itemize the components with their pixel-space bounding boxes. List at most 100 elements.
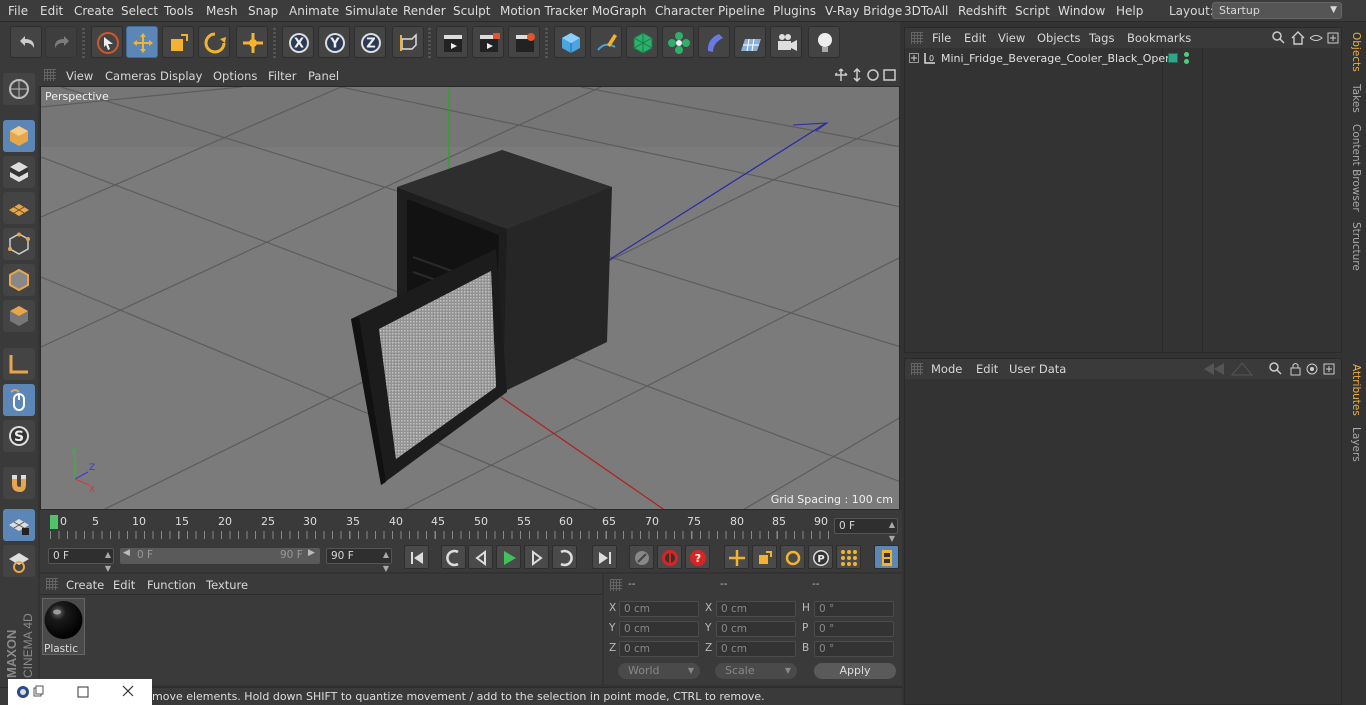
render-view-button[interactable] xyxy=(436,26,468,58)
menu-select[interactable]: Select xyxy=(121,4,158,18)
attribute-nav-icons[interactable] xyxy=(1202,362,1340,376)
model-mode-button[interactable] xyxy=(3,120,35,152)
size-x-field[interactable]: 0 cm xyxy=(716,601,796,617)
menu-animate[interactable]: Animate xyxy=(289,4,339,18)
undo-button[interactable] xyxy=(10,26,42,58)
viewport-menu-options[interactable]: Options xyxy=(213,69,257,83)
panel-grip-icon[interactable] xyxy=(911,363,923,375)
menu-simulate[interactable]: Simulate xyxy=(345,4,398,18)
menu-pipeline[interactable]: Pipeline xyxy=(718,4,765,18)
material-swatch[interactable]: Plastic xyxy=(42,598,85,655)
size-y-field[interactable]: 0 cm xyxy=(716,621,796,637)
menu-mograph[interactable]: MoGraph xyxy=(592,4,647,18)
menu-mesh[interactable]: Mesh xyxy=(206,4,238,18)
workplane-mode-button[interactable] xyxy=(3,192,35,224)
snap-toggle-button[interactable] xyxy=(3,467,35,499)
perspective-viewport[interactable]: Y Z X Perspective Grid Spacing : 100 cm xyxy=(40,86,900,510)
material-menu-edit[interactable]: Edit xyxy=(113,578,135,592)
menu-sculpt[interactable]: Sculpt xyxy=(453,4,490,18)
frame-range-slider[interactable]: ◀ 0 F 90 F ▶ xyxy=(120,548,320,564)
size-z-field[interactable]: 0 cm xyxy=(716,641,796,657)
object-name[interactable]: Mini_Fridge_Beverage_Cooler_Black_Open xyxy=(941,52,1172,65)
workplane-lock-button[interactable] xyxy=(3,509,35,541)
pos-z-field[interactable]: 0 cm xyxy=(619,641,699,657)
menu-tools[interactable]: Tools xyxy=(164,4,194,18)
pos-y-field[interactable]: 0 cm xyxy=(619,621,699,637)
menu-plugins[interactable]: Plugins xyxy=(773,4,816,18)
menu-render[interactable]: Render xyxy=(403,4,446,18)
object-menu-view[interactable]: View xyxy=(998,31,1025,45)
slider-left-arrow-icon[interactable]: ◀ xyxy=(123,548,130,558)
spinner-icon[interactable]: ▲ ▼ xyxy=(105,548,111,576)
key-scale-button[interactable] xyxy=(752,545,777,569)
make-editable-button[interactable] xyxy=(3,73,35,105)
tab-attributes[interactable]: Attributes xyxy=(1346,364,1362,416)
x-axis-lock-button[interactable]: X xyxy=(282,26,314,58)
apply-button[interactable]: Apply xyxy=(814,663,896,679)
transform-tool-button[interactable] xyxy=(236,26,268,58)
y-axis-lock-button[interactable]: Y xyxy=(318,26,350,58)
autokey-button[interactable] xyxy=(657,545,682,569)
spinner-icon[interactable]: ▲ ▼ xyxy=(383,548,389,576)
cloner-button[interactable] xyxy=(662,26,694,58)
menu-motion-tracker[interactable]: Motion Tracker xyxy=(500,4,588,18)
layout-dropdown[interactable]: Startup ▼ xyxy=(1212,2,1342,19)
menu-window[interactable]: Window xyxy=(1058,4,1105,18)
material-menu-function[interactable]: Function xyxy=(147,578,196,592)
deformer-button[interactable] xyxy=(698,26,730,58)
axis-mode-button[interactable] xyxy=(3,348,35,380)
object-manager-nav-icons[interactable] xyxy=(1272,31,1340,45)
editor-visibility-dot[interactable] xyxy=(1184,52,1189,57)
move-tool-button[interactable] xyxy=(126,26,158,58)
pos-x-field[interactable]: 0 cm xyxy=(619,601,699,617)
start-frame-field[interactable]: 0 F ▲ ▼ xyxy=(48,548,114,573)
floor-button[interactable] xyxy=(734,26,766,58)
menu-3dtoall[interactable]: 3DToAll xyxy=(904,4,948,18)
menu-file[interactable]: File xyxy=(8,4,28,18)
panel-grip-icon[interactable] xyxy=(46,578,58,590)
point-mode-button[interactable] xyxy=(3,228,35,260)
menu-snap[interactable]: Snap xyxy=(248,4,278,18)
close-icon[interactable] xyxy=(121,684,135,698)
viewport-menu-display[interactable]: Display xyxy=(160,69,202,83)
viewport-menu-cameras[interactable]: Cameras xyxy=(105,69,156,83)
size-mode-dropdown[interactable]: Scale ▼ xyxy=(715,663,797,679)
rot-h-field[interactable]: 0 ° xyxy=(814,601,894,617)
panel-grip-icon[interactable] xyxy=(911,32,923,44)
object-row[interactable]: 0 Mini_Fridge_Beverage_Cooler_Black_Open xyxy=(905,49,1341,67)
menu-redshift[interactable]: Redshift xyxy=(958,4,1007,18)
object-menu-objects[interactable]: Objects xyxy=(1037,31,1080,45)
edge-mode-button[interactable] xyxy=(3,264,35,296)
cinema4d-app-icon[interactable] xyxy=(16,685,44,699)
pen-spline-button[interactable] xyxy=(590,26,622,58)
viewport-menu-filter[interactable]: Filter xyxy=(268,69,296,83)
attribute-menu-user-data[interactable]: User Data xyxy=(1009,362,1066,376)
z-axis-lock-button[interactable]: Z xyxy=(354,26,386,58)
next-frame-button[interactable] xyxy=(524,545,549,569)
viewport-camera-label[interactable]: Perspective xyxy=(45,90,109,103)
viewport-menu-panel[interactable]: Panel xyxy=(308,69,339,83)
timeline-window-button[interactable] xyxy=(874,545,899,569)
tab-layers[interactable]: Layers xyxy=(1346,427,1362,462)
attribute-menu-mode[interactable]: Mode xyxy=(931,362,962,376)
go-to-end-button[interactable] xyxy=(592,545,617,569)
viewport-menu-view[interactable]: View xyxy=(66,69,93,83)
menu-character[interactable]: Character xyxy=(655,4,714,18)
previous-frame-button[interactable] xyxy=(468,545,493,569)
solo-mode-button[interactable]: S xyxy=(3,420,35,452)
add-cube-button[interactable] xyxy=(554,26,586,58)
rot-p-field[interactable]: 0 ° xyxy=(814,621,894,637)
maximize-icon[interactable] xyxy=(76,685,90,699)
rotate-tool-button[interactable] xyxy=(198,26,230,58)
current-frame-field[interactable]: 0 F ▲ ▼ xyxy=(834,518,898,543)
key-parameter-button[interactable]: P xyxy=(808,545,833,569)
object-menu-edit[interactable]: Edit xyxy=(964,31,986,45)
object-menu-tags[interactable]: Tags xyxy=(1089,31,1114,45)
tweak-mode-button[interactable] xyxy=(3,384,35,416)
panel-grip-icon[interactable] xyxy=(610,579,622,591)
texture-mode-button[interactable] xyxy=(3,156,35,188)
tab-content-browser[interactable]: Content Browser xyxy=(1346,124,1362,212)
layer-color-swatch[interactable] xyxy=(1168,53,1178,63)
timeline-playhead[interactable] xyxy=(50,515,58,529)
coordinate-space-dropdown[interactable]: World ▼ xyxy=(618,663,700,679)
